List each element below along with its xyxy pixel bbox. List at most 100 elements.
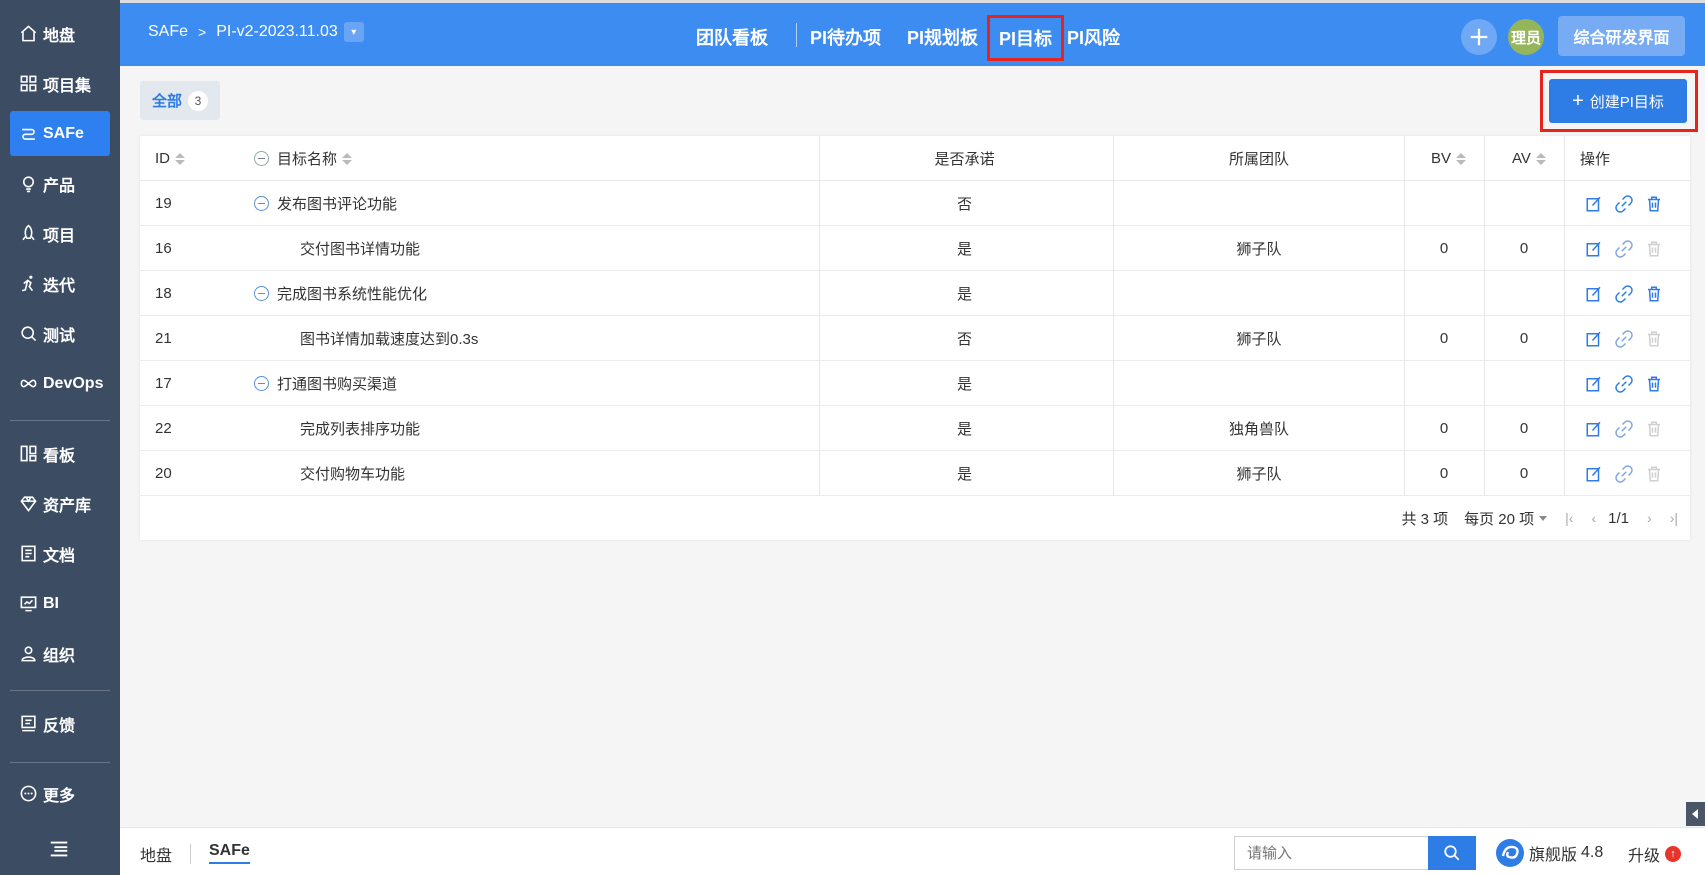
last-page-icon[interactable]: ›| [1670,510,1678,526]
objective-name[interactable]: 完成列表排序功能 [300,418,420,439]
sidebar-item-8[interactable]: 看板 [10,431,110,476]
unlink-icon[interactable] [1614,329,1634,349]
collapse-row-icon[interactable] [254,376,269,391]
sort-icon[interactable] [1456,152,1467,166]
cell-name[interactable]: 发布图书评论功能 [254,181,397,226]
sort-icon[interactable] [342,152,353,166]
cell-name[interactable]: 交付购物车功能 [300,451,405,496]
col-name[interactable]: 目标名称 [254,136,353,181]
sidebar-item-label: 项目 [43,227,76,245]
cell-name[interactable]: 完成图书系统性能优化 [254,271,427,316]
trash-icon[interactable] [1644,374,1664,394]
edit-icon[interactable] [1584,194,1604,214]
cell-name[interactable]: 交付图书详情功能 [300,226,420,271]
unlink-icon[interactable] [1614,419,1634,439]
edit-icon[interactable] [1584,329,1604,349]
filter-tab-all[interactable]: 全部 3 [140,81,221,120]
table-row[interactable]: 18 完成图书系统性能优化 是 [140,271,1690,316]
sidebar-item-label: 资产库 [43,497,92,515]
sidebar-item-label: SAFe [43,124,84,142]
first-page-icon[interactable]: |‹ [1565,510,1573,526]
objective-name[interactable]: 打通图书购买渠道 [277,373,397,394]
sidebar-item-1[interactable]: 项目集 [10,61,110,106]
sidebar-item-7[interactable]: DevOps [10,361,110,406]
sidebar-item-12[interactable]: 组织 [10,631,110,676]
unlink-icon[interactable] [1614,464,1634,484]
bottom-tab-dashboard[interactable]: 地盘 [140,842,172,866]
table-row[interactable]: 16 交付图书详情功能 是 狮子队 0 0 [140,226,1690,271]
collapse-row-icon[interactable] [254,286,269,301]
prev-page-icon[interactable]: ‹ [1591,510,1596,526]
sidebar-item-11[interactable]: BI [10,581,110,626]
bottom-tab-safe[interactable]: SAFe [209,842,250,864]
sidebar-item-5[interactable]: 迭代 [10,261,110,306]
sidebar-item-9[interactable]: 资产库 [10,481,110,526]
upgrade-link[interactable]: 升级 ↑ [1628,842,1682,866]
cell-id: 21 [155,330,172,347]
sidebar-item-2[interactable]: SAFe [10,111,110,156]
sort-icon[interactable] [175,152,185,166]
sort-icon[interactable] [1535,152,1546,166]
pi-switch-dropdown-icon[interactable]: ▾ [343,22,364,42]
table-row[interactable]: 22 完成列表排序功能 是 独角兽队 0 0 [140,406,1690,451]
sidebar-item-14[interactable]: 更多 [10,771,110,816]
edition-info[interactable]: 旗舰版 4.8 [1495,838,1603,868]
sidebar-item-0[interactable]: 地盘 [10,11,110,56]
objective-name[interactable]: 图书详情加载速度达到0.3s [300,328,478,349]
sidebar-item-4[interactable]: 项目 [10,211,110,256]
cell-bv [1404,271,1484,316]
next-page-icon[interactable]: › [1647,510,1652,526]
col-id[interactable]: ID [155,136,185,181]
objective-name[interactable]: 发布图书评论功能 [277,193,397,214]
trash-icon[interactable] [1644,194,1664,214]
breadcrumb-root[interactable]: SAFe [148,23,188,41]
cell-id: 20 [155,465,172,482]
sidebar-item-13[interactable]: 反馈 [10,701,110,746]
unlink-icon[interactable] [1614,239,1634,259]
edit-icon[interactable] [1584,284,1604,304]
global-create-button[interactable] [1461,19,1497,55]
cell-name[interactable]: 完成列表排序功能 [300,406,420,451]
edit-icon[interactable] [1584,374,1604,394]
user-avatar[interactable]: 理员 [1508,19,1544,55]
tab-pi-risks[interactable]: PI风险 [1067,17,1120,57]
collapse-all-icon[interactable] [254,151,269,166]
cell-committed: 否 [956,196,972,213]
objective-name[interactable]: 交付购物车功能 [300,463,405,484]
right-panel-toggle[interactable] [1686,802,1705,826]
create-pi-objective-button[interactable]: + 创建PI目标 [1549,79,1687,123]
link-icon[interactable] [1614,194,1634,214]
edit-icon[interactable] [1584,239,1604,259]
global-search-input[interactable] [1234,836,1428,870]
link-icon[interactable] [1614,284,1634,304]
tab-pi-backlog[interactable]: PI待办项 [810,17,881,57]
trash-icon[interactable] [1644,284,1664,304]
tab-team-board[interactable]: 团队看板 [696,17,768,57]
pager-per-page-select[interactable]: 每页 20 项 [1464,508,1548,529]
objective-name[interactable]: 交付图书详情功能 [300,238,420,259]
cell-name[interactable]: 打通图书购买渠道 [254,361,397,406]
objective-name[interactable]: 完成图书系统性能优化 [277,283,427,304]
nav-divider [796,23,797,47]
menu-collapse-icon[interactable] [48,838,72,862]
cell-name[interactable]: 图书详情加载速度达到0.3s [300,316,478,361]
sidebar-item-6[interactable]: 测试 [10,311,110,356]
link-icon[interactable] [1614,374,1634,394]
search-button[interactable] [1428,836,1476,870]
cell-av: 0 [1519,330,1529,347]
tab-pi-objectives[interactable]: PI目标 [987,15,1065,61]
col-av[interactable]: AV [1512,136,1546,181]
table-row[interactable]: 19 发布图书评论功能 否 [140,181,1690,226]
table-row[interactable]: 20 交付购物车功能 是 狮子队 0 0 [140,451,1690,496]
sidebar-item-10[interactable]: 文档 [10,531,110,576]
table-row[interactable]: 21 图书详情加载速度达到0.3s 否 狮子队 0 0 [140,316,1690,361]
edit-icon[interactable] [1584,464,1604,484]
col-bv[interactable]: BV [1431,136,1467,181]
table-row[interactable]: 17 打通图书购买渠道 是 [140,361,1690,406]
collapse-row-icon[interactable] [254,196,269,211]
integrated-rd-button[interactable]: 综合研发界面 [1558,16,1685,56]
breadcrumb-current[interactable]: PI-v2-2023.11.03 [216,23,338,41]
sidebar-item-3[interactable]: 产品 [10,161,110,206]
tab-pi-planning-board[interactable]: PI规划板 [907,17,978,57]
edit-icon[interactable] [1584,419,1604,439]
